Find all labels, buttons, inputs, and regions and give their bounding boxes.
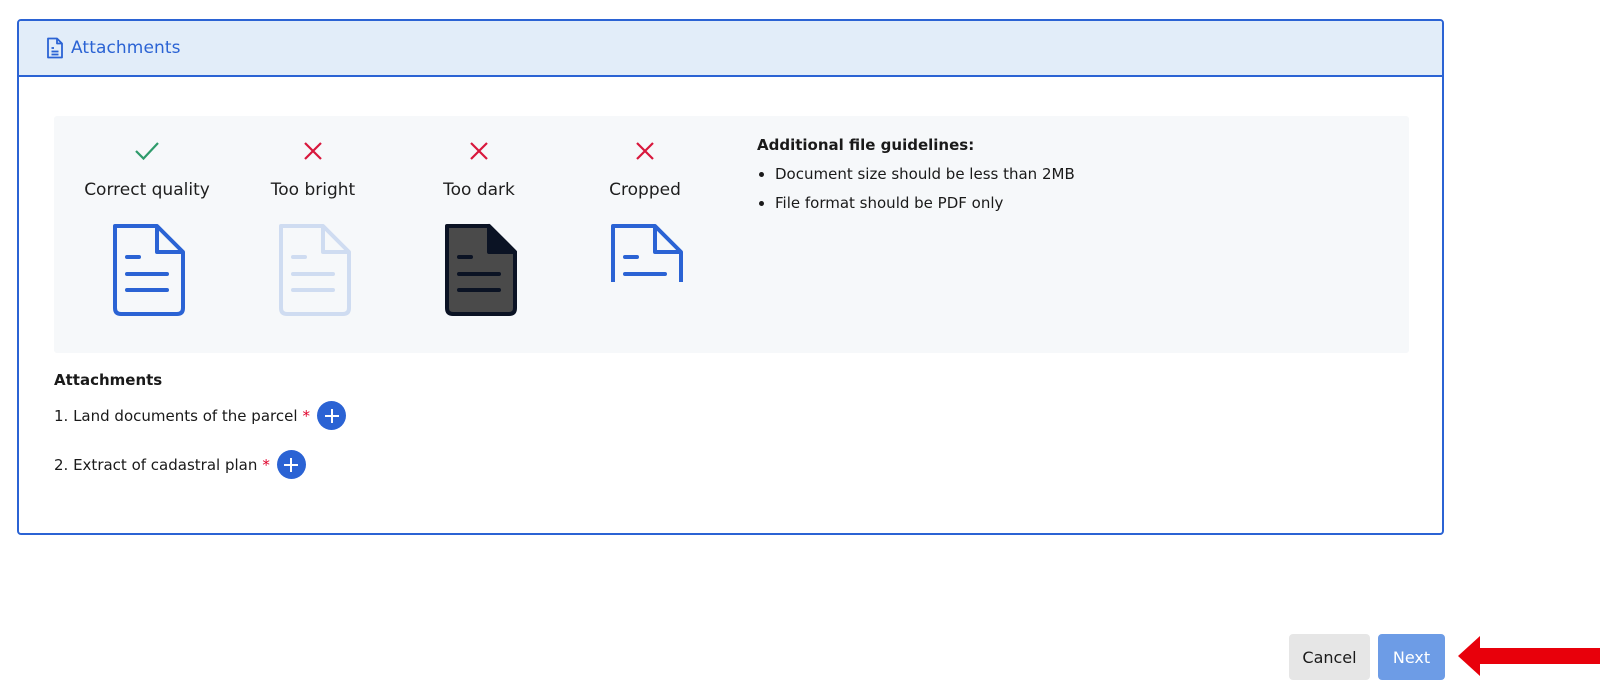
plus-icon: [284, 457, 299, 472]
quality-guidelines-box: Correct quality Too bright Too dark Crop…: [54, 116, 1409, 353]
cancel-button[interactable]: Cancel: [1289, 634, 1370, 680]
sample-label: Correct quality: [84, 180, 210, 200]
cross-icon: [243, 134, 383, 168]
attachment-item-cadastral-plan: 2. Extract of cadastral plan *: [54, 450, 306, 479]
panel-header: Attachments: [19, 21, 1442, 77]
required-marker: *: [262, 455, 270, 474]
file-text-icon: [45, 37, 65, 59]
sample-label: Cropped: [609, 180, 681, 200]
document-faded-icon: [243, 222, 383, 318]
attachment-label: 2. Extract of cadastral plan: [54, 455, 258, 474]
plus-icon: [324, 408, 339, 423]
guideline-item: Document size should be less than 2MB: [775, 160, 1075, 189]
cross-icon: [575, 134, 715, 168]
guideline-item: File format should be PDF only: [775, 189, 1075, 218]
sample-label: Too bright: [270, 180, 356, 200]
red-arrow-annotation: [1458, 636, 1600, 676]
add-attachment-button[interactable]: [317, 401, 346, 430]
cross-icon: [409, 134, 549, 168]
sample-label: Too dark: [443, 180, 515, 200]
document-icon: [77, 222, 217, 318]
attachments-panel: Attachments Correct quality Too bright T…: [17, 19, 1444, 535]
sample-too-bright: Too bright: [243, 134, 383, 318]
sample-correct-quality: Correct quality: [77, 134, 217, 318]
attachments-section-title: Attachments: [54, 371, 163, 389]
sample-too-dark: Too dark: [409, 134, 549, 318]
document-cropped-icon: [575, 222, 715, 318]
document-dark-icon: [409, 222, 549, 318]
file-guidelines: Additional file guidelines: Document siz…: [757, 136, 1075, 218]
guidelines-title: Additional file guidelines:: [757, 136, 975, 154]
attachment-item-land-documents: 1. Land documents of the parcel *: [54, 401, 346, 430]
attachment-label: 1. Land documents of the parcel: [54, 406, 298, 425]
next-button[interactable]: Next: [1378, 634, 1445, 680]
check-icon: [77, 134, 217, 168]
panel-title: Attachments: [71, 38, 181, 58]
add-attachment-button[interactable]: [276, 450, 306, 479]
guidelines-list: Document size should be less than 2MB Fi…: [757, 160, 1075, 218]
sample-cropped: Cropped: [575, 134, 715, 318]
required-marker: *: [302, 406, 311, 425]
